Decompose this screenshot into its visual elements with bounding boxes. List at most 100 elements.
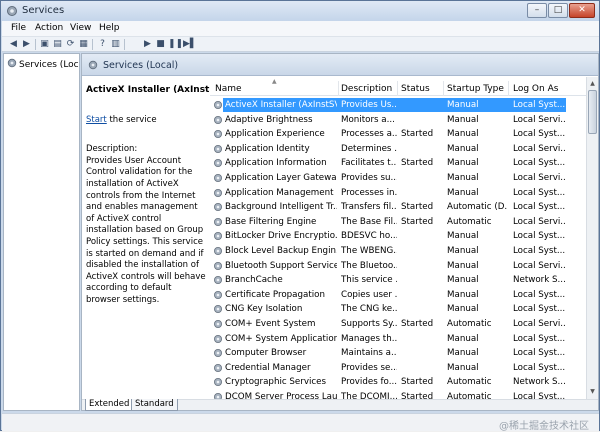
table-row[interactable]: Application Identity Determines ... Manual… <box>210 142 586 157</box>
play-icon[interactable]: ▶ <box>142 39 153 50</box>
console-tree: Services (Local) <box>3 53 80 411</box>
help-icon[interactable]: ? <box>97 39 108 50</box>
services-window: Services – □ ✕ File Action View Help ◀ ▶… <box>0 0 600 432</box>
column-divider[interactable] <box>397 81 398 96</box>
service-name: Computer Browser <box>225 348 307 359</box>
service-startup-type: Manual <box>447 143 479 154</box>
column-header-startup-type[interactable]: Startup Type <box>447 84 504 94</box>
service-description: The WBENG... <box>341 246 397 256</box>
forward-icon[interactable]: ▶ <box>21 39 32 50</box>
vertical-scrollbar[interactable]: ▲ ▼ <box>586 77 598 399</box>
column-header-description[interactable]: Description <box>341 84 392 94</box>
scroll-down-icon[interactable]: ▼ <box>587 386 598 397</box>
close-button[interactable]: ✕ <box>569 3 595 18</box>
table-row[interactable]: Cryptographic Services Provides fo... Star… <box>210 375 586 390</box>
minimize-button[interactable]: – <box>527 3 547 18</box>
column-divider[interactable] <box>508 81 509 96</box>
service-startup-type: Manual <box>447 114 479 125</box>
table-row[interactable]: Computer Browser Maintains a... Manual Loca… <box>210 346 586 361</box>
service-log-on-as: Network S... <box>513 275 565 286</box>
properties-icon[interactable]: ▤ <box>52 39 63 50</box>
service-log-on-as: Local Syst... <box>513 362 565 373</box>
table-row[interactable]: Bluetooth Support Service The Bluetoo... M… <box>210 259 586 274</box>
service-startup-type: Manual <box>447 333 479 344</box>
service-startup-type: Manual <box>447 246 479 256</box>
service-startup-type: Manual <box>447 231 479 242</box>
service-name: Cryptographic Services <box>225 377 327 388</box>
service-startup-type: Manual <box>447 129 479 140</box>
stop-icon[interactable]: ■ <box>155 39 166 50</box>
table-row[interactable]: BitLocker Drive Encryptio... BDESVC ho...… <box>210 229 586 244</box>
column-divider[interactable] <box>443 81 444 96</box>
tab-standard[interactable]: Standard <box>131 399 178 411</box>
column-divider[interactable] <box>338 81 339 96</box>
tree-item-label: Services (Local) <box>19 60 79 70</box>
table-row[interactable]: BranchCache This service ... Manual Network… <box>210 273 586 288</box>
column-header-status[interactable]: Status <box>401 84 430 94</box>
service-name: Adaptive Brightness <box>225 114 313 125</box>
export-icon[interactable]: ▦ <box>78 39 89 50</box>
service-gear-icon <box>214 363 222 372</box>
service-log-on-as: Local Syst... <box>513 304 565 315</box>
service-log-on-as: Local Servi... <box>513 319 565 329</box>
table-row[interactable]: Base Filtering Engine The Base Fil... Star… <box>210 215 586 230</box>
column-header-name[interactable]: Name <box>215 84 242 94</box>
menu-view[interactable]: View <box>70 23 91 33</box>
table-row[interactable]: Credential Manager Provides se... Manual Lo… <box>210 361 586 376</box>
service-startup-type: Automatic <box>447 216 492 227</box>
service-description: Provides fo... <box>341 377 397 388</box>
table-row[interactable]: DCOM Server Process Lau... The DCOMI... St… <box>210 390 586 399</box>
table-row[interactable]: COM+ System Application Manages th... Manu… <box>210 332 586 347</box>
tree-item-services-local[interactable]: Services (Local) <box>7 58 79 70</box>
menu-help[interactable]: Help <box>99 23 120 33</box>
scroll-thumb[interactable] <box>588 90 597 134</box>
service-detail-panel: ActiveX Installer (AxInstSV) Start the s… <box>82 77 227 399</box>
service-log-on-as: Local Syst... <box>513 100 565 110</box>
service-gear-icon <box>214 115 222 124</box>
service-gear-icon <box>214 276 222 285</box>
start-service-link[interactable]: Start <box>86 115 107 125</box>
pause-icon[interactable]: ❚❚ <box>168 39 183 50</box>
column-header-log-on-as[interactable]: Log On As <box>513 84 558 94</box>
table-row[interactable]: CNG Key Isolation The CNG ke... Manual Loca… <box>210 302 586 317</box>
service-startup-type: Manual <box>447 260 479 271</box>
service-name: Background Intelligent Tr... <box>225 202 337 213</box>
service-log-on-as: Local Syst... <box>513 231 565 242</box>
table-row[interactable]: Adaptive Brightness Monitors a... Manual Lo… <box>210 113 586 128</box>
service-name: Application Layer Gatewa... <box>225 173 337 183</box>
table-row[interactable]: COM+ Event System Supports Sy... Started Au… <box>210 317 586 332</box>
toolbar-separator <box>124 39 125 50</box>
scroll-up-icon[interactable]: ▲ <box>587 78 598 89</box>
service-startup-type: Manual <box>447 362 479 373</box>
table-row[interactable]: Application Information Facilitates t... S… <box>210 156 586 171</box>
service-status: Started <box>401 202 434 213</box>
service-log-on-as: Local Servi... <box>513 216 565 227</box>
service-description: The Base Fil... <box>341 216 397 227</box>
restart-icon[interactable]: ▶▌ <box>183 39 197 50</box>
table-row[interactable]: Application Experience Processes a... Star… <box>210 127 586 142</box>
menu-file[interactable]: File <box>11 23 26 33</box>
maximize-button[interactable]: □ <box>548 3 568 18</box>
back-icon[interactable]: ◀ <box>8 39 19 50</box>
show-hide-tree-icon[interactable]: ▣ <box>39 39 50 50</box>
service-startup-type: Automatic (D... <box>447 202 507 213</box>
pane-header: Services (Local) <box>82 54 598 76</box>
menu-action[interactable]: Action <box>35 23 63 33</box>
service-description: Facilitates t... <box>341 158 397 169</box>
service-gear-icon <box>214 232 222 241</box>
tree-view-icon[interactable]: ▥ <box>110 39 121 50</box>
tab-extended[interactable]: Extended <box>85 399 134 411</box>
start-service-text: the service <box>106 114 157 125</box>
table-row[interactable]: Certificate Propagation Copies user ... Ma… <box>210 288 586 303</box>
menu-bar: File Action View Help <box>2 21 599 37</box>
title-bar: Services – □ ✕ <box>1 1 599 21</box>
watermark: @稀土掘金技术社区 <box>499 421 589 432</box>
table-row[interactable]: Background Intelligent Tr... Transfers fi… <box>210 200 586 215</box>
service-gear-icon <box>214 144 222 153</box>
service-startup-type: Manual <box>447 158 479 169</box>
refresh-icon[interactable]: ⟳ <box>65 39 76 50</box>
table-row[interactable]: Application Layer Gatewa... Provides su..… <box>210 171 586 186</box>
table-row[interactable]: Application Management Processes in... Man… <box>210 186 586 201</box>
table-row[interactable]: Block Level Backup Engin... The WBENG... M… <box>210 244 586 259</box>
table-row[interactable]: ActiveX Installer (AxInstSV) Provides Us.… <box>210 98 586 113</box>
